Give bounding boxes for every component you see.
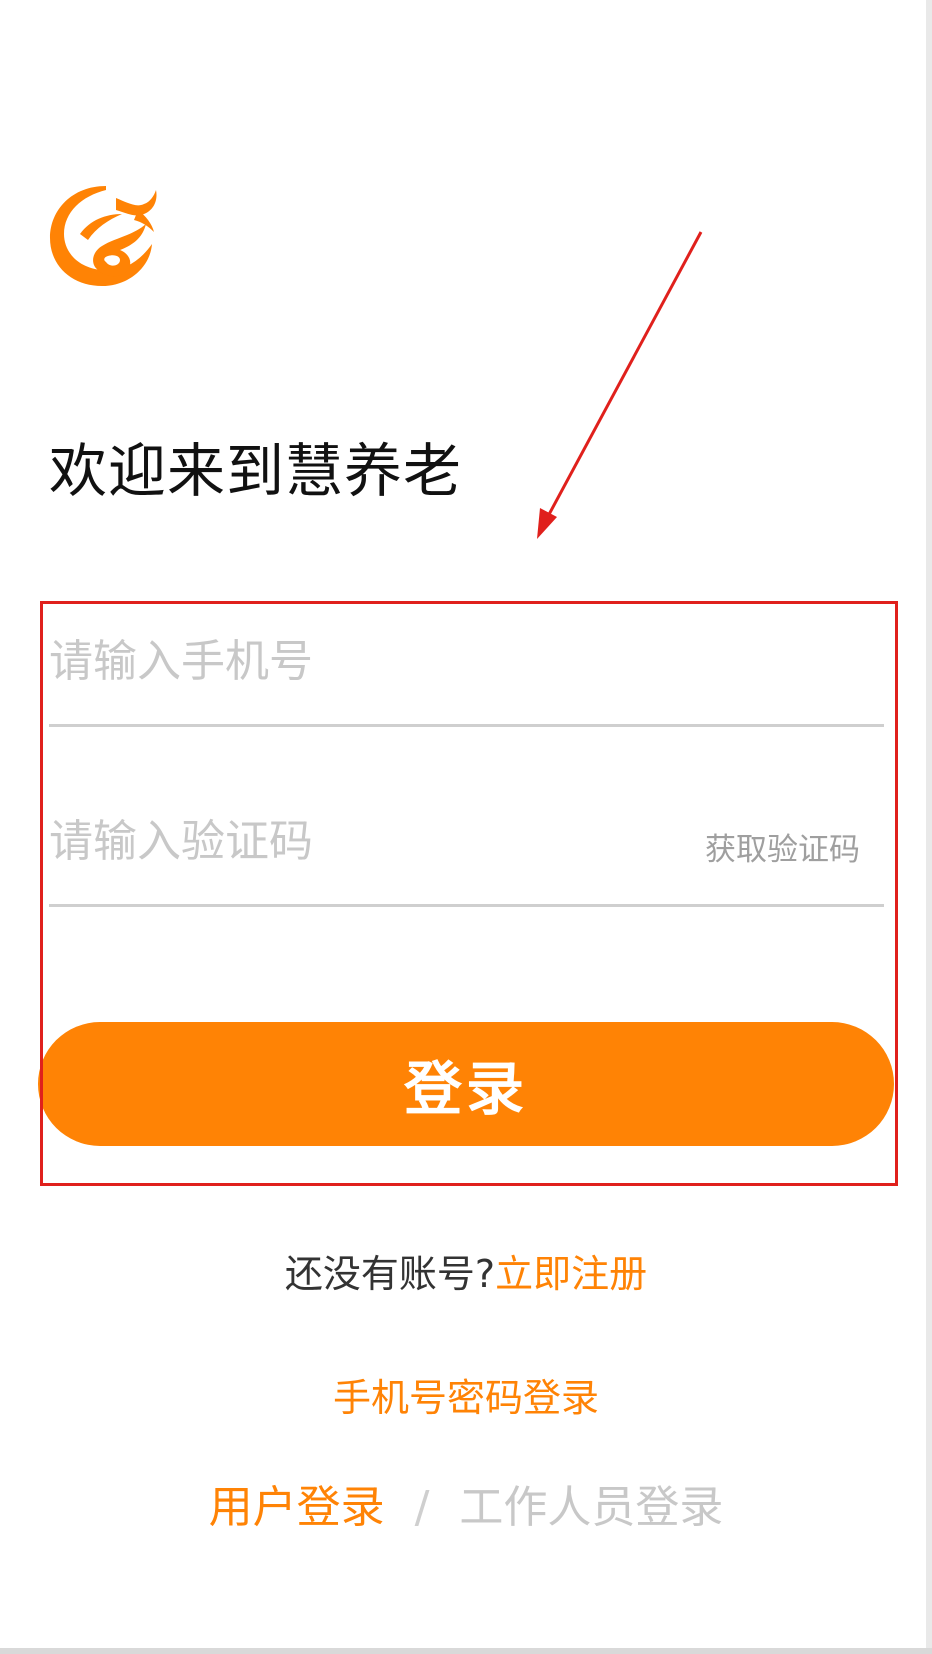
role-separator: /: [414, 1482, 430, 1533]
phone-field: [49, 606, 884, 727]
register-prompt-row: 还没有账号?立即注册: [0, 1248, 932, 1300]
login-button[interactable]: 登录: [38, 1022, 894, 1146]
phone-input[interactable]: [49, 606, 649, 716]
password-login-link[interactable]: 手机号密码登录: [0, 1372, 932, 1424]
right-edge-divider: [926, 0, 932, 1654]
app-logo: [50, 186, 157, 286]
register-link[interactable]: 立即注册: [495, 1252, 647, 1296]
role-switch: 用户登录 / 工作人员登录: [0, 1478, 932, 1538]
register-prompt-text: 还没有账号?: [284, 1252, 496, 1296]
verification-code-input[interactable]: [49, 786, 649, 896]
welcome-title: 欢迎来到慧养老: [49, 437, 463, 505]
staff-login-tab[interactable]: 工作人员登录: [459, 1482, 723, 1533]
user-login-tab[interactable]: 用户登录: [209, 1482, 385, 1533]
phone-underline: [49, 724, 884, 727]
code-field: 获取验证码: [49, 786, 884, 907]
bottom-edge-divider: [0, 1648, 932, 1654]
get-code-button[interactable]: 获取验证码: [705, 824, 860, 869]
login-screen: 欢迎来到慧养老 获取验证码 登录 还没有账号?立即注册 手机号密码登录 用户登录…: [0, 0, 932, 1654]
code-underline: [49, 904, 884, 907]
